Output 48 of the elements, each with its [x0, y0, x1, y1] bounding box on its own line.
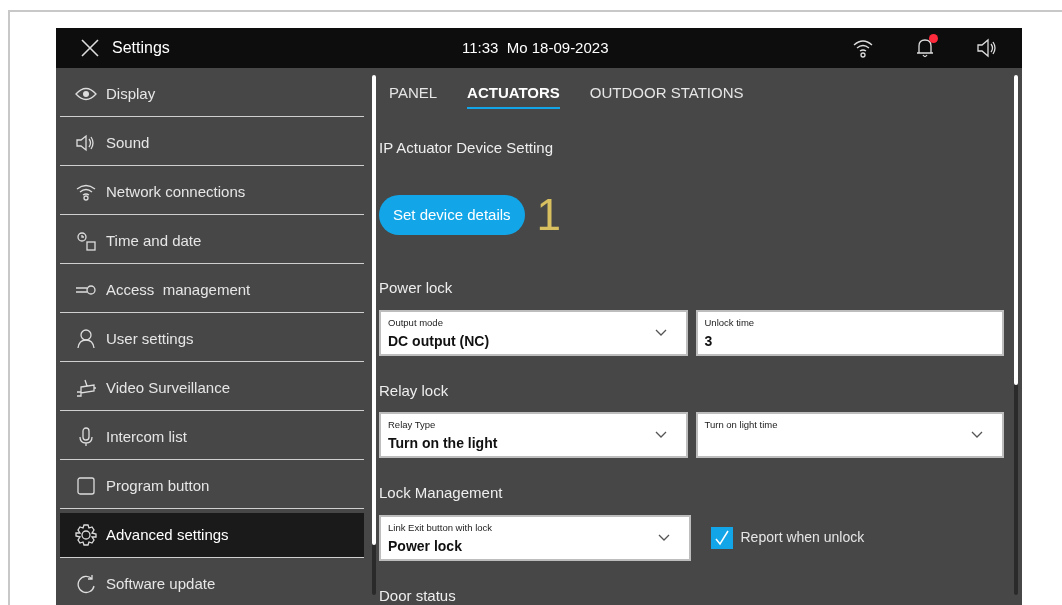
section-heading: Power lock — [379, 278, 454, 298]
section-title: IP Actuator Device Setting — [379, 137, 554, 158]
section-heading: Relay lock — [379, 380, 450, 401]
sidebar-item[interactable]: User settings — [60, 317, 364, 362]
dropdown-field[interactable]: Relay Type Turn on the light — [379, 412, 688, 458]
key-icon — [74, 285, 98, 295]
chevron-down-icon — [654, 328, 667, 337]
sidebar-item[interactable]: Intercom list — [60, 415, 364, 460]
callout-number: 1 — [536, 193, 562, 237]
sidebar-item[interactable]: Video Surveillance — [60, 366, 364, 411]
sidebar-item[interactable]: Program button — [60, 464, 364, 509]
sidebar-item[interactable]: Access management — [60, 268, 364, 313]
close-icon[interactable] — [80, 38, 100, 58]
dropdown-field[interactable]: Link Exit button with lock Power lock — [379, 514, 691, 561]
wifi-icon[interactable] — [852, 38, 874, 58]
section-heading: Lock Management — [379, 483, 504, 503]
dropdown-field[interactable]: Turn on light time — [695, 412, 1004, 458]
checkbox[interactable] — [710, 526, 733, 549]
sidebar-item[interactable]: Software update — [60, 562, 364, 605]
clock-calendar-icon — [74, 231, 98, 251]
section-heading: Door status — [379, 585, 457, 605]
window-title: Settings — [112, 38, 170, 58]
speaker-icon[interactable] — [976, 38, 998, 58]
refresh-icon — [74, 574, 98, 594]
checkbox-label: Report when unlock — [740, 528, 865, 547]
sidebar-item[interactable]: Advanced settings — [60, 513, 364, 558]
sidebar-item[interactable]: Time and date — [60, 219, 364, 264]
notification-bell-icon[interactable] — [914, 37, 936, 59]
date-time: 11:33 Mo 18-09-2023 — [462, 37, 609, 58]
tab[interactable]: PANEL — [389, 82, 438, 109]
chevron-down-icon — [657, 533, 670, 542]
tab[interactable]: ACTUATORS — [467, 82, 560, 109]
tab[interactable]: OUTDOOR STATIONS — [589, 82, 744, 109]
camera-icon — [74, 379, 98, 397]
input-field[interactable]: Unlock time 3 — [695, 309, 1004, 356]
sidebar-item[interactable]: Display — [60, 72, 364, 117]
dropdown-field[interactable]: Output mode DC output (NC) — [379, 309, 688, 356]
user-icon — [74, 329, 98, 349]
eye-icon — [74, 87, 98, 101]
scrollbar-thumb[interactable] — [372, 75, 376, 545]
scrollbar-thumb[interactable] — [1014, 75, 1018, 385]
sidebar-item[interactable]: Sound — [60, 121, 364, 166]
wifi-icon — [74, 183, 98, 201]
chevron-down-icon — [971, 431, 983, 439]
chevron-down-icon — [654, 431, 667, 439]
settings-icon — [74, 524, 98, 546]
square-icon — [74, 477, 98, 495]
sidebar-item[interactable]: Network connections — [60, 170, 364, 215]
